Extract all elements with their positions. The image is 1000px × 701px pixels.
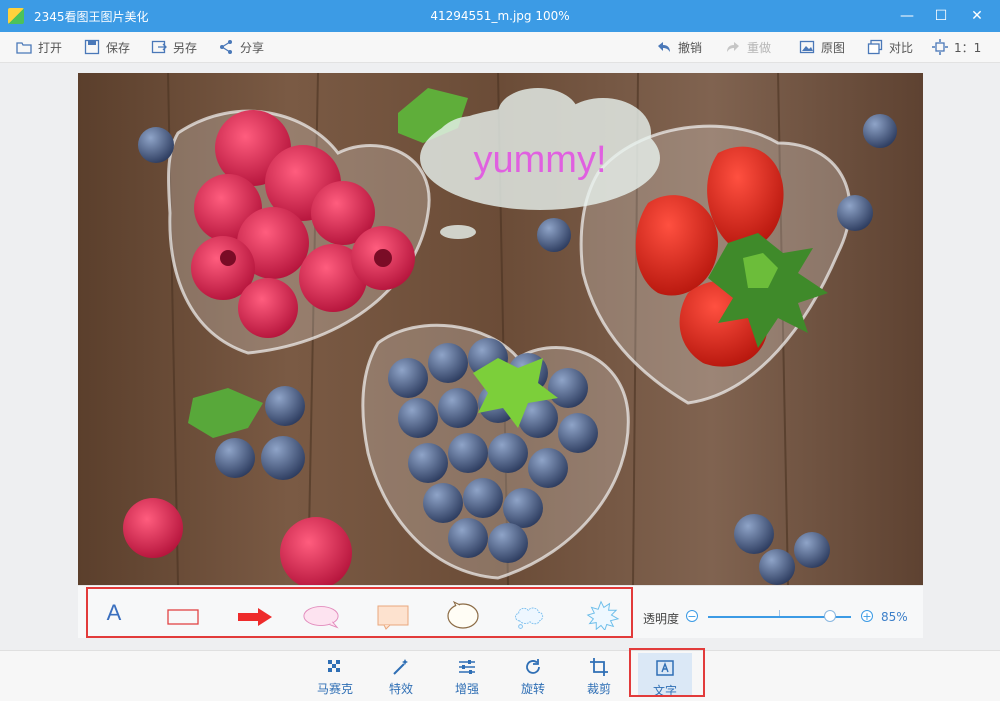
rectangle-icon bbox=[167, 609, 199, 625]
undo-button[interactable]: 撤销 bbox=[656, 38, 702, 56]
text-tool-highlight bbox=[629, 648, 705, 697]
save-label: 保存 bbox=[106, 40, 131, 55]
arrow-icon bbox=[238, 608, 272, 626]
rectangle-frame-option[interactable] bbox=[164, 604, 202, 630]
round-bubble-option[interactable] bbox=[444, 600, 482, 629]
rect-bubble-icon bbox=[377, 605, 409, 630]
undo-label: 撤销 bbox=[678, 40, 703, 55]
round-bubble-icon bbox=[447, 600, 479, 629]
ratio-label: 1：1 bbox=[954, 40, 982, 55]
opacity-slider-tick bbox=[779, 610, 780, 616]
berries-photo-illustration: yummy! bbox=[78, 73, 923, 585]
rotate-tool-button[interactable]: 旋转 bbox=[506, 651, 560, 697]
share-button[interactable]: 分享 bbox=[218, 38, 264, 56]
opacity-slider-handle[interactable] bbox=[823, 610, 836, 622]
crop-label: 裁剪 bbox=[586, 682, 611, 696]
redo-label: 重做 bbox=[747, 40, 772, 55]
save-button[interactable]: 保存 bbox=[84, 38, 130, 56]
cloud-bubble-icon bbox=[515, 607, 544, 629]
mosaic-icon bbox=[325, 657, 345, 677]
cloud-bubble-option[interactable] bbox=[512, 604, 550, 630]
crop-tool-button[interactable]: 裁剪 bbox=[572, 651, 626, 697]
burst-bubble-option[interactable] bbox=[582, 600, 620, 630]
enhance-label: 增强 bbox=[454, 682, 479, 696]
rotate-icon bbox=[523, 657, 543, 677]
open-label: 打开 bbox=[38, 40, 63, 55]
arrow-option[interactable] bbox=[236, 604, 274, 630]
save-icon bbox=[84, 39, 100, 55]
minimize-button[interactable]: — bbox=[896, 6, 918, 26]
title-bar: 2345看图王图片美化 41294551_m.jpg 100% — ☐ ✕ bbox=[0, 0, 1000, 32]
edited-photo: yummy! bbox=[78, 73, 923, 585]
top-toolbar: 打开 保存 另存 分享 撤销 重做 原图 对比 1：1 bbox=[0, 32, 1000, 63]
compare-label: 对比 bbox=[889, 40, 914, 55]
compare-icon bbox=[867, 39, 883, 55]
font-glyph: A bbox=[106, 600, 122, 625]
sliders-icon bbox=[457, 657, 477, 677]
rotate-label: 旋转 bbox=[520, 682, 545, 696]
compare-button[interactable]: 对比 bbox=[867, 38, 913, 56]
plain-text-option[interactable]: A bbox=[95, 600, 133, 626]
open-button[interactable]: 打开 bbox=[16, 38, 62, 56]
share-label: 分享 bbox=[240, 40, 265, 55]
burst-bubble-icon bbox=[586, 600, 620, 630]
close-button[interactable]: ✕ bbox=[966, 6, 988, 26]
save-as-label: 另存 bbox=[173, 40, 198, 55]
opacity-increase-button[interactable]: + bbox=[861, 610, 873, 623]
fit-icon bbox=[932, 39, 948, 55]
effects-label: 特效 bbox=[388, 682, 413, 696]
maximize-button[interactable]: ☐ bbox=[930, 6, 952, 26]
crop-icon bbox=[589, 657, 609, 677]
enhance-tool-button[interactable]: 增强 bbox=[440, 651, 494, 697]
image-icon bbox=[799, 39, 815, 55]
magic-wand-icon bbox=[391, 657, 411, 677]
rect-bubble-option[interactable] bbox=[374, 604, 412, 630]
effects-tool-button[interactable]: 特效 bbox=[374, 651, 428, 697]
oval-bubble-icon bbox=[303, 606, 339, 629]
file-title: 41294551_m.jpg 100% bbox=[430, 9, 570, 23]
save-as-icon bbox=[151, 39, 167, 55]
opacity-value: 85% bbox=[881, 610, 908, 624]
bottom-toolbar: 马赛克 特效 增强 旋转 裁剪 文字 bbox=[0, 650, 1000, 701]
redo-button[interactable]: 重做 bbox=[725, 38, 771, 56]
redo-icon bbox=[725, 39, 741, 55]
share-icon bbox=[218, 39, 234, 55]
folder-icon bbox=[16, 39, 32, 55]
mosaic-tool-button[interactable]: 马赛克 bbox=[308, 651, 362, 697]
oval-bubble-option[interactable] bbox=[302, 604, 340, 630]
mosaic-label: 马赛克 bbox=[316, 682, 353, 696]
opacity-label: 透明度 bbox=[643, 612, 680, 626]
opacity-decrease-button[interactable]: − bbox=[686, 610, 698, 623]
original-label: 原图 bbox=[821, 40, 846, 55]
caption-text[interactable]: yummy! bbox=[474, 139, 607, 181]
actual-size-button[interactable]: 1：1 bbox=[932, 38, 981, 56]
original-button[interactable]: 原图 bbox=[799, 38, 845, 56]
undo-icon bbox=[656, 39, 672, 55]
save-as-button[interactable]: 另存 bbox=[151, 38, 197, 56]
